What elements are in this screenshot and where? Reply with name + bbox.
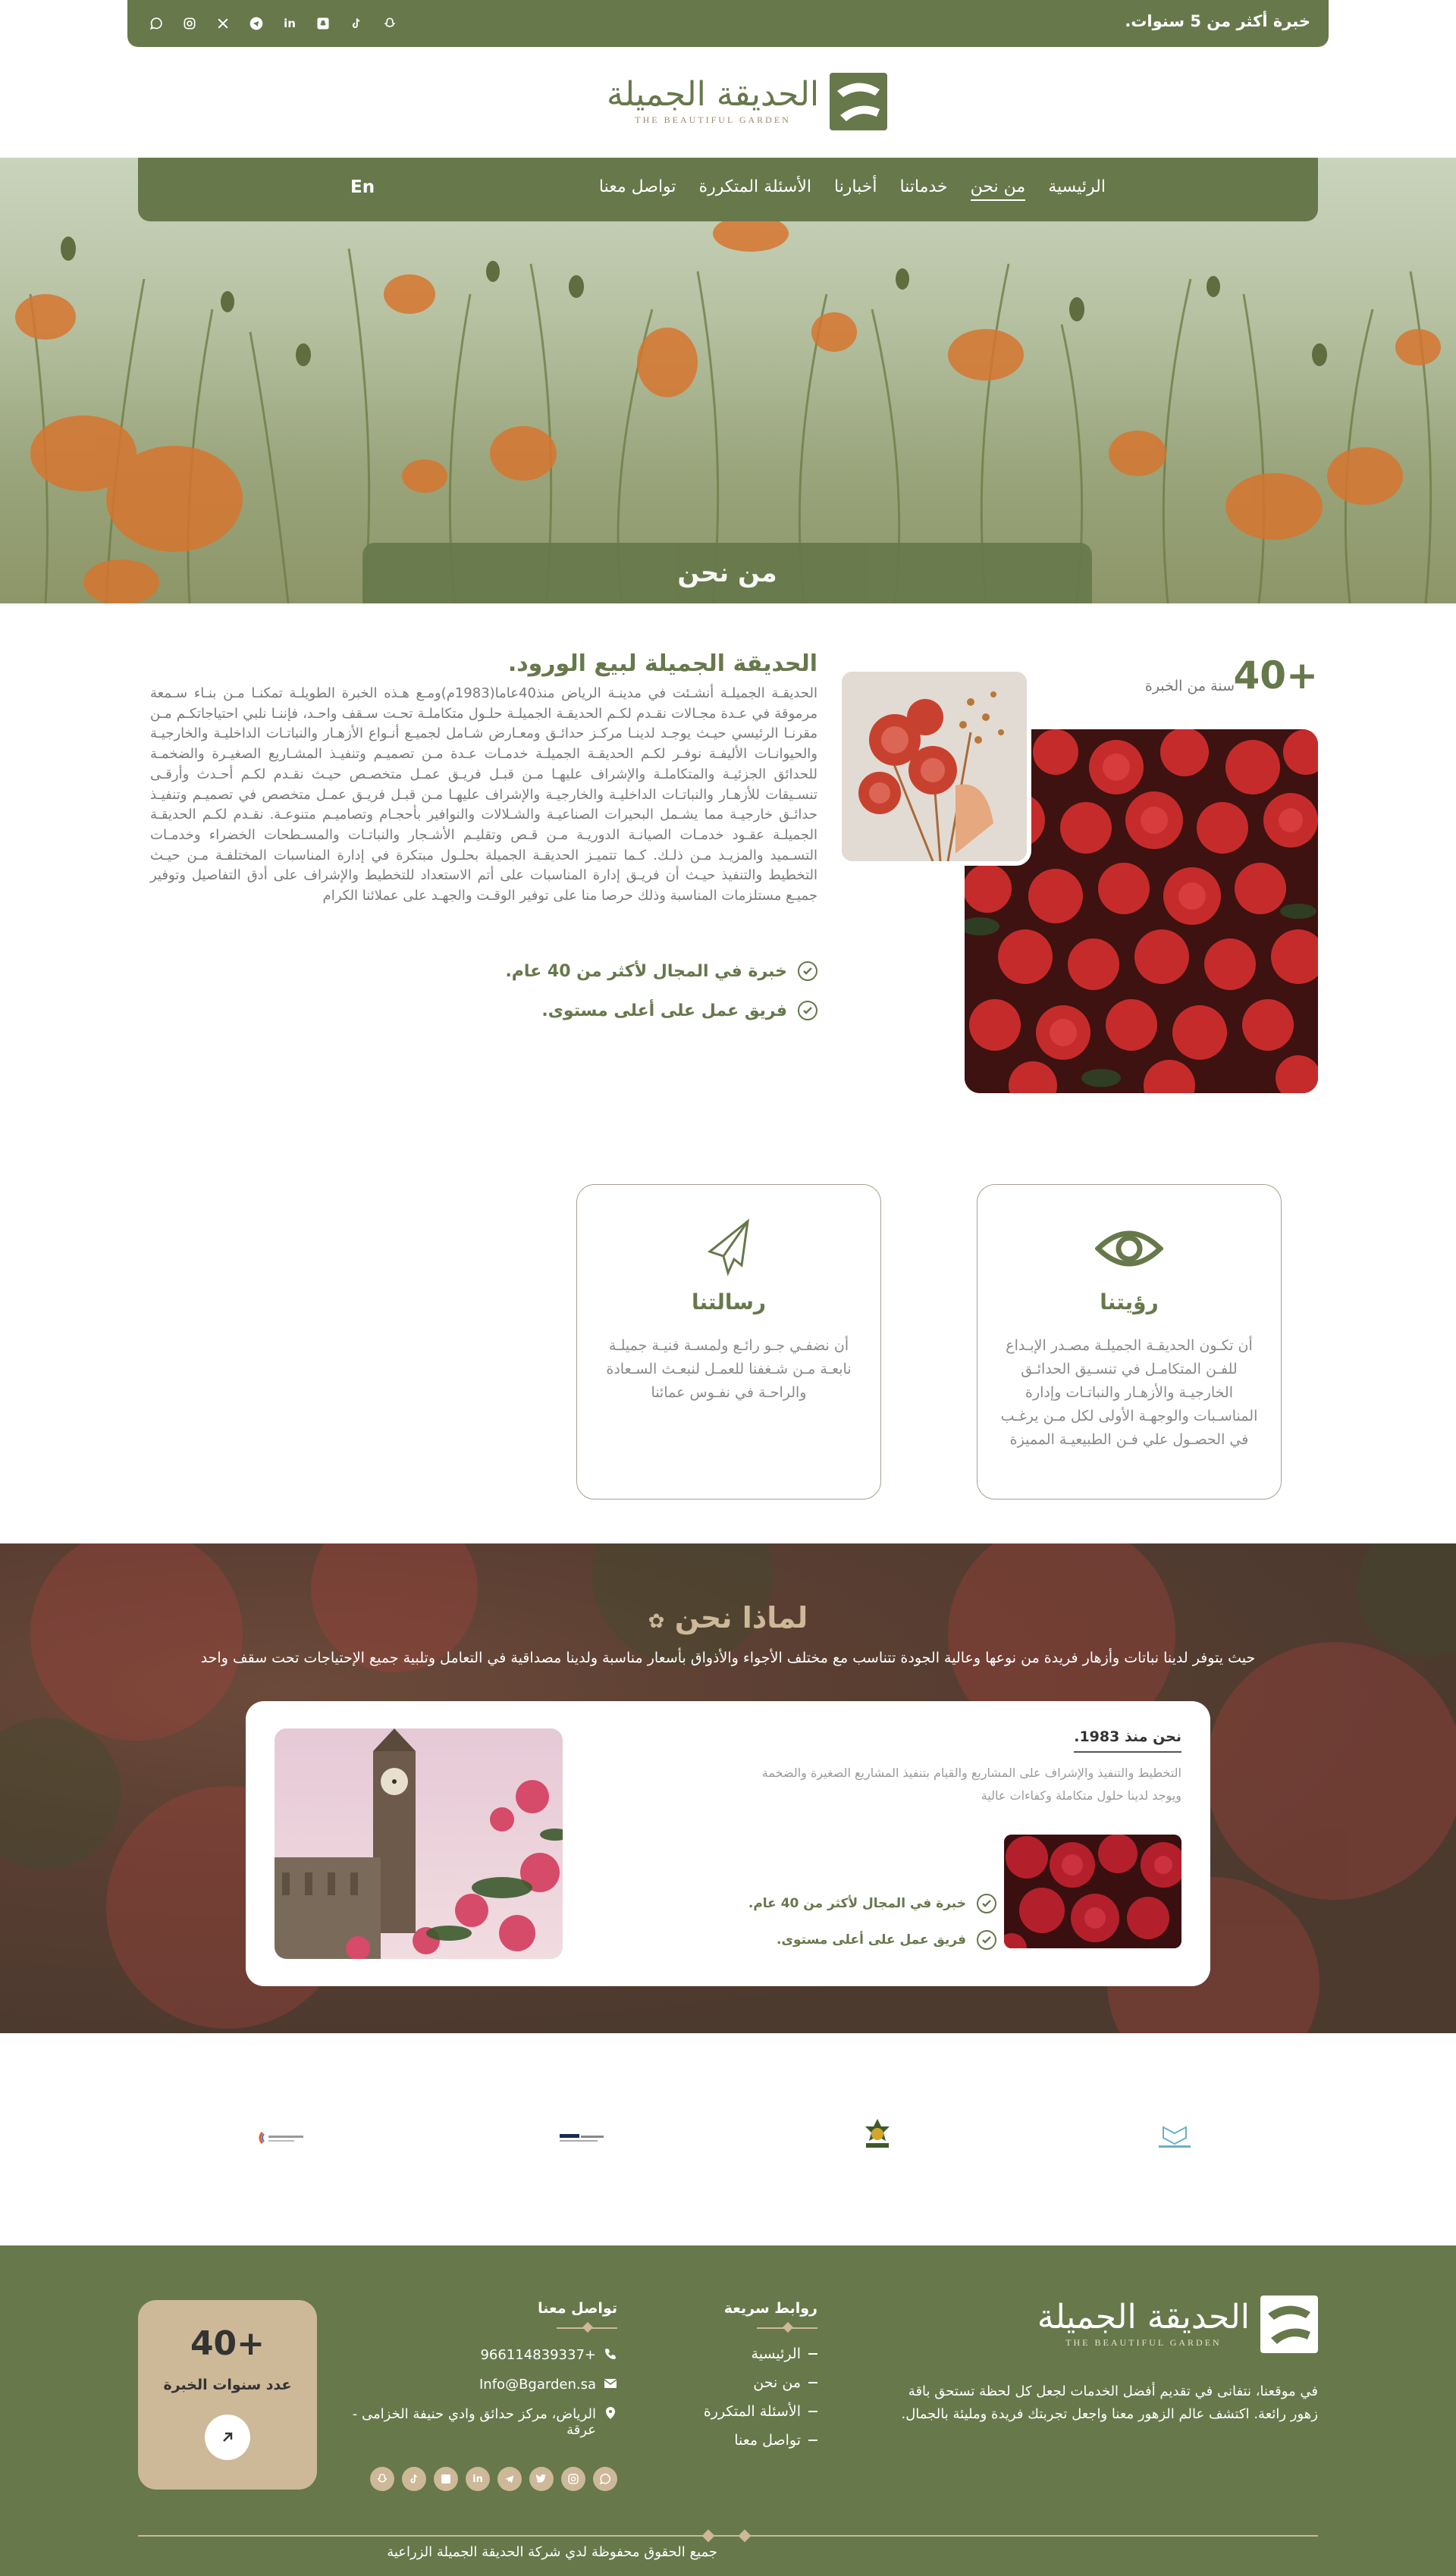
- main-navigation: الرئيسية من نحن خدماتنا أخبارنا الأسئلة …: [138, 158, 1318, 221]
- whatsapp-icon[interactable]: [147, 14, 165, 33]
- why-feature-2: فريق عمل على أعلى مستوى.: [777, 1930, 996, 1950]
- linkedin-icon[interactable]: in: [466, 2467, 490, 2491]
- telegram-icon[interactable]: [247, 14, 265, 33]
- about-title: الحديقة الجميلة لبيع الورود.: [507, 650, 817, 677]
- copyright-text: جميع الحقوق محفوظة لدي شركة الحديقة الجم…: [387, 2544, 717, 2560]
- partner-logo-3: [851, 2119, 904, 2150]
- contact-email[interactable]: Info@Bgarden.sa: [344, 2377, 617, 2393]
- nav-about[interactable]: من نحن: [970, 177, 1026, 201]
- title-divider: [344, 2323, 617, 2333]
- language-switch[interactable]: En: [350, 177, 375, 197]
- partner-logo-1: [256, 2123, 309, 2153]
- page-title: من نحن: [362, 543, 1092, 603]
- years-label: سنة من الخبرة: [1144, 678, 1235, 694]
- partner-logo-2: [557, 2123, 610, 2153]
- quick-links: روابط سريعة الرئيسية من نحن الأسئلة المت…: [666, 2300, 817, 2449]
- top-bar: خبرة أكثر من 5 سنوات. in: [127, 0, 1329, 47]
- snapchat-icon[interactable]: [370, 2467, 394, 2491]
- whatsapp-icon[interactable]: [593, 2467, 617, 2491]
- logo-english: THE BEAUTIFUL GARDEN: [635, 114, 791, 125]
- contact-info: تواصل معنا 966114839337+ Info@Bgarden.sa…: [344, 2300, 617, 2438]
- contact-phone[interactable]: 966114839337+: [344, 2347, 617, 2363]
- contact-address: الرياض، مركز حدائق وادي حنيفة الخزامى - …: [344, 2406, 617, 2438]
- vision-card: رؤيتنا أن تكـون الحديقـة الجميلـة مصـدر …: [977, 1184, 1282, 1500]
- contact-title: تواصل معنا: [538, 2300, 617, 2317]
- snapchat-square-icon[interactable]: [434, 2467, 458, 2491]
- twitter-icon[interactable]: [529, 2467, 554, 2491]
- red-roses-small-image: [1004, 1835, 1181, 1948]
- partner-logo-4: [1148, 2123, 1201, 2153]
- instagram-icon[interactable]: [180, 14, 199, 33]
- telegram-icon[interactable]: [497, 2467, 522, 2491]
- years-number: 40+: [1233, 653, 1318, 697]
- hero-banner: [0, 158, 1456, 603]
- nav-contact[interactable]: تواصل معنا: [599, 177, 676, 201]
- footer-link-about[interactable]: من نحن: [666, 2374, 817, 2391]
- check-circle-icon: [977, 1894, 996, 1913]
- footer-logo-arabic: الحديقة الجميلة: [1037, 2297, 1250, 2336]
- top-social-links: in: [147, 14, 399, 33]
- poppy-field-image: [15, 215, 1441, 603]
- why-feature-1: خبرة في المجال لأكثر من 40 عام.: [748, 1894, 996, 1913]
- why-us-title: لماذا نحن ✿: [648, 1601, 808, 1634]
- footer-about-text: في موقعنا، نتفانى في تقديم أفضل الخدمات …: [901, 2383, 1318, 2422]
- footer-link-contact[interactable]: تواصل معنا: [666, 2432, 817, 2449]
- linkedin-icon[interactable]: in: [281, 14, 299, 33]
- phone-icon: [605, 2349, 616, 2359]
- logo-arabic: الحديقة الجميلة: [607, 74, 820, 114]
- why-us-description: التخطيط والتنفيذ والإشراف على المشاريع و…: [761, 1766, 1181, 1803]
- about-feature-1: خبرة في المجال لأكثر من 40 عام.: [505, 961, 817, 981]
- since-heading: نحن منذ 1983.: [1074, 1728, 1181, 1753]
- paper-plane-icon: [707, 1218, 749, 1277]
- logo-mark-icon: [830, 73, 888, 130]
- footer-link-faq[interactable]: الأسئلة المتكررة: [666, 2403, 817, 2420]
- arrow-up-right-icon[interactable]: [205, 2415, 250, 2460]
- lotus-icon: ✿: [648, 1610, 665, 1633]
- experience-text: خبرة أكثر من 5 سنوات.: [1125, 12, 1310, 30]
- snapchat-icon[interactable]: [381, 14, 399, 33]
- nav-services[interactable]: خدماتنا: [900, 177, 948, 201]
- big-ben-roses-image: [275, 1728, 563, 1959]
- x-icon[interactable]: [214, 14, 232, 33]
- snapchat-square-icon[interactable]: [314, 14, 332, 33]
- eye-icon: [1094, 1230, 1165, 1267]
- footer-logo[interactable]: الحديقة الجميلة THE BEAUTIFUL GARDEN: [1037, 2292, 1318, 2356]
- footer-divider: [138, 2535, 1318, 2537]
- experience-card: 40+ عدد سنوات الخبرة: [138, 2300, 317, 2490]
- experience-label: عدد سنوات الخبرة: [163, 2377, 292, 2393]
- footer-link-home[interactable]: الرئيسية: [666, 2346, 817, 2362]
- tiktok-icon[interactable]: [402, 2467, 426, 2491]
- footer-logo-english: THE BEAUTIFUL GARDEN: [1065, 2336, 1222, 2348]
- mission-title: رسالتنا: [691, 1290, 767, 1315]
- check-circle-icon: [798, 961, 817, 981]
- mission-card: رسالتنا أن نضفـي جـو رائـع ولمسـة فنيـة …: [576, 1184, 881, 1500]
- nav-faq[interactable]: الأسئلة المتكررة: [699, 177, 811, 201]
- nav-news[interactable]: أخبارنا: [834, 177, 877, 201]
- mission-body: أن نضفـي جـو رائـع ولمسـة فنيـة جميلـة ن…: [606, 1337, 852, 1401]
- instagram-icon[interactable]: [561, 2467, 585, 2491]
- location-pin-icon: [606, 2407, 615, 2419]
- nav-home[interactable]: الرئيسية: [1048, 177, 1106, 201]
- check-circle-icon: [977, 1930, 996, 1950]
- tiktok-icon[interactable]: [347, 14, 366, 33]
- experience-number: 40+: [190, 2324, 265, 2363]
- about-feature-2: فريق عمل على أعلى مستوى.: [541, 1001, 817, 1020]
- vision-body: أن تكـون الحديقـة الجميلـة مصـدر الإبـدا…: [1000, 1337, 1258, 1448]
- footer-social-links: in: [370, 2467, 617, 2491]
- quick-links-title: روابط سريعة: [723, 2300, 817, 2317]
- why-us-subtitle: حيث يتوفر لدينا نباتات وأزهار فريدة من ن…: [200, 1650, 1256, 1666]
- title-divider: [666, 2323, 817, 2333]
- check-circle-icon: [798, 1001, 817, 1020]
- about-body: الحديقـة الجميلـة أنشـئت في مدينـة الريا…: [150, 685, 817, 904]
- bouquet-image: [837, 667, 1031, 866]
- envelope-icon: [604, 2379, 617, 2388]
- site-logo[interactable]: الحديقة الجميلة THE BEAUTIFUL GARDEN: [607, 70, 888, 133]
- footer-logo-mark-icon: [1260, 2296, 1318, 2353]
- vision-title: رؤيتنا: [1100, 1290, 1159, 1315]
